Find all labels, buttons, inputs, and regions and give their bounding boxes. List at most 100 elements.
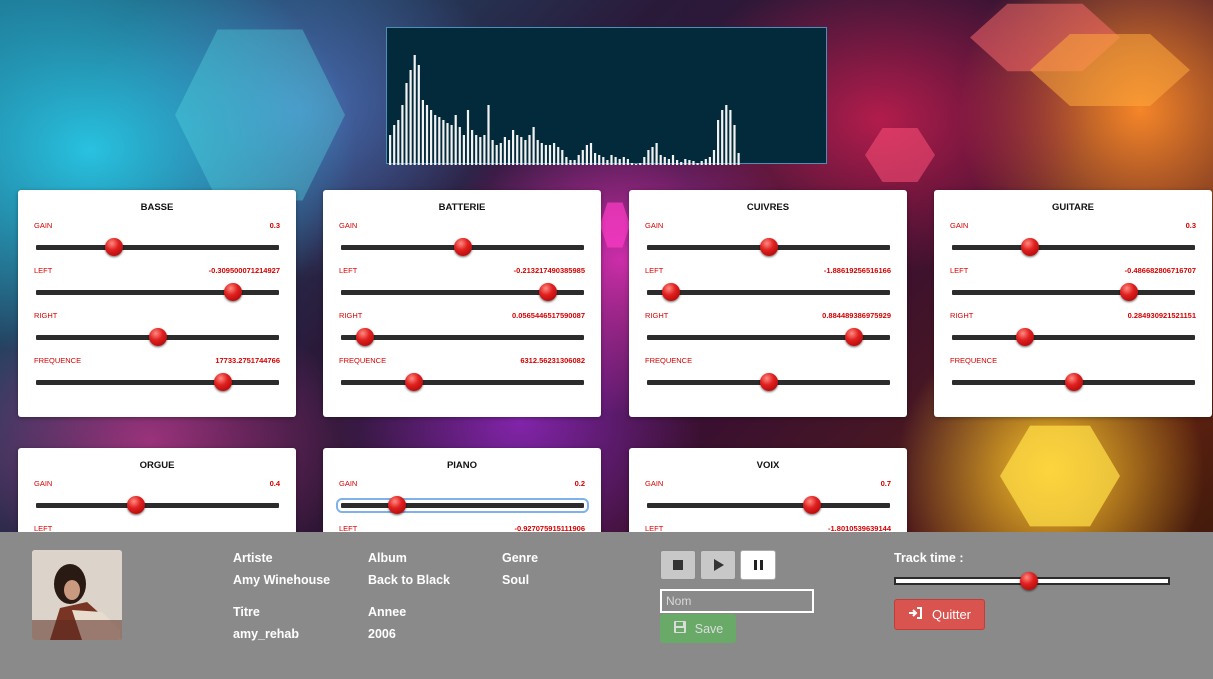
- slider-knob[interactable]: [1120, 283, 1139, 301]
- batterie-left-slider[interactable]: [341, 283, 584, 301]
- spectrum-bar: [589, 143, 593, 165]
- guitare-left-slider[interactable]: [952, 283, 1195, 301]
- param-label: FREQUENCE: [950, 356, 998, 365]
- spectrum-bar: [614, 157, 617, 165]
- spectrum-bar: [491, 140, 494, 165]
- quit-button[interactable]: Quitter: [894, 599, 985, 630]
- save-label: Save: [694, 621, 724, 636]
- param-value: 17733.2751744766: [215, 356, 280, 365]
- slider-knob[interactable]: [104, 238, 123, 256]
- play-button[interactable]: [700, 550, 736, 580]
- orgue-gain-slider[interactable]: [36, 496, 279, 514]
- batterie-gain-slider[interactable]: [341, 238, 584, 256]
- slider-knob[interactable]: [844, 328, 863, 346]
- spectrum-bar: [737, 153, 740, 165]
- slider-knob[interactable]: [356, 328, 375, 346]
- spectrum-bar: [696, 163, 699, 165]
- spectrum-bar: [721, 110, 724, 165]
- artist-label: Artiste: [233, 551, 273, 565]
- spectrum-bar: [700, 161, 703, 165]
- track-time-label: Track time :: [894, 551, 964, 565]
- slider-knob[interactable]: [453, 238, 472, 256]
- spectrum-bar: [450, 125, 453, 165]
- spectrum-bar: [462, 135, 465, 165]
- batterie-right-slider[interactable]: [341, 328, 584, 346]
- genre-value: Soul: [502, 573, 530, 587]
- player-bar: Artiste Amy Winehouse Album Back to Blac…: [0, 532, 1213, 679]
- basse-right-slider[interactable]: [36, 328, 279, 346]
- slider-knob[interactable]: [759, 373, 778, 391]
- channel-title: CUIVRES: [746, 202, 790, 213]
- spectrum-bar: [557, 147, 560, 165]
- spectrum-bar: [635, 164, 638, 165]
- slider-knob[interactable]: [148, 328, 167, 346]
- name-input[interactable]: [660, 589, 814, 613]
- piano-gain-slider[interactable]: [336, 496, 589, 514]
- save-button[interactable]: Save: [660, 614, 736, 643]
- slider-knob[interactable]: [538, 283, 557, 301]
- album-cover: [32, 550, 122, 640]
- spectrum-bar: [733, 125, 736, 165]
- stop-button[interactable]: [660, 550, 696, 580]
- spectrum-bar: [708, 157, 711, 165]
- pause-icon: [753, 560, 763, 570]
- param-value: 0.284930921521151: [1127, 311, 1196, 320]
- spectrum-bar: [647, 150, 650, 165]
- cuivres-frequence-slider[interactable]: [647, 373, 890, 391]
- track-time-slider[interactable]: [894, 572, 1170, 590]
- basse-frequence-slider[interactable]: [36, 373, 279, 391]
- spectrum-bar: [585, 145, 588, 165]
- spectrum-bar: [401, 105, 404, 165]
- spectrum-bar: [643, 157, 646, 165]
- slider-knob[interactable]: [803, 496, 822, 514]
- param-label: RIGHT: [950, 311, 974, 320]
- spectrum-bar: [594, 153, 597, 165]
- slider-knob[interactable]: [1015, 328, 1034, 346]
- album-value: Back to Black: [368, 573, 450, 587]
- spectrum-bar: [389, 135, 392, 165]
- batterie-frequence-slider[interactable]: [341, 373, 584, 391]
- param-value: -0.486682806716707: [1124, 266, 1196, 275]
- slider-knob[interactable]: [214, 373, 233, 391]
- play-icon: [714, 559, 724, 571]
- slider-knob[interactable]: [1020, 238, 1039, 256]
- slider-knob[interactable]: [662, 283, 681, 301]
- slider-knob[interactable]: [387, 496, 406, 514]
- spectrum-bar: [639, 163, 642, 165]
- spectrum-bar: [712, 150, 716, 165]
- channel-card-batterie: BATTERIE GAIN LEFT -0.213217490385985 RIGHT 0…: [323, 190, 601, 417]
- guitare-frequence-slider[interactable]: [952, 373, 1195, 391]
- spectrum-bar: [434, 115, 437, 165]
- param-label: FREQUENCE: [34, 356, 82, 365]
- spectrum-bar: [544, 145, 547, 165]
- slider-knob[interactable]: [1064, 373, 1083, 391]
- cuivres-gain-slider[interactable]: [647, 238, 890, 256]
- cuivres-left-slider[interactable]: [647, 283, 890, 301]
- channel-title: VOIX: [756, 460, 780, 471]
- spectrum-bar: [626, 159, 629, 165]
- pause-button[interactable]: [740, 550, 776, 580]
- spectrum-bar: [606, 160, 609, 165]
- slider-knob[interactable]: [404, 373, 423, 391]
- basse-gain-slider[interactable]: [36, 238, 279, 256]
- spectrum-bar: [577, 155, 580, 165]
- voix-gain-slider[interactable]: [647, 496, 890, 514]
- spectrum-bar: [630, 163, 634, 165]
- guitare-gain-slider[interactable]: [952, 238, 1195, 256]
- basse-left-slider[interactable]: [36, 283, 279, 301]
- cuivres-right-slider[interactable]: [647, 328, 890, 346]
- track-time-knob[interactable]: [1020, 572, 1039, 590]
- spectrum-bar: [442, 120, 445, 165]
- slider-knob[interactable]: [759, 238, 778, 256]
- spectrum-bar: [430, 110, 433, 165]
- param-value: 0.2: [574, 479, 585, 488]
- spectrum-bar: [487, 105, 490, 165]
- param-label: GAIN: [339, 221, 358, 230]
- guitare-right-slider[interactable]: [952, 328, 1195, 346]
- spectrum-bar: [528, 135, 531, 165]
- slider-knob[interactable]: [126, 496, 145, 514]
- slider-knob[interactable]: [223, 283, 242, 301]
- audio-spectrum-visualizer: [386, 27, 827, 165]
- spectrum-bar: [663, 157, 666, 165]
- param-label: RIGHT: [34, 311, 58, 320]
